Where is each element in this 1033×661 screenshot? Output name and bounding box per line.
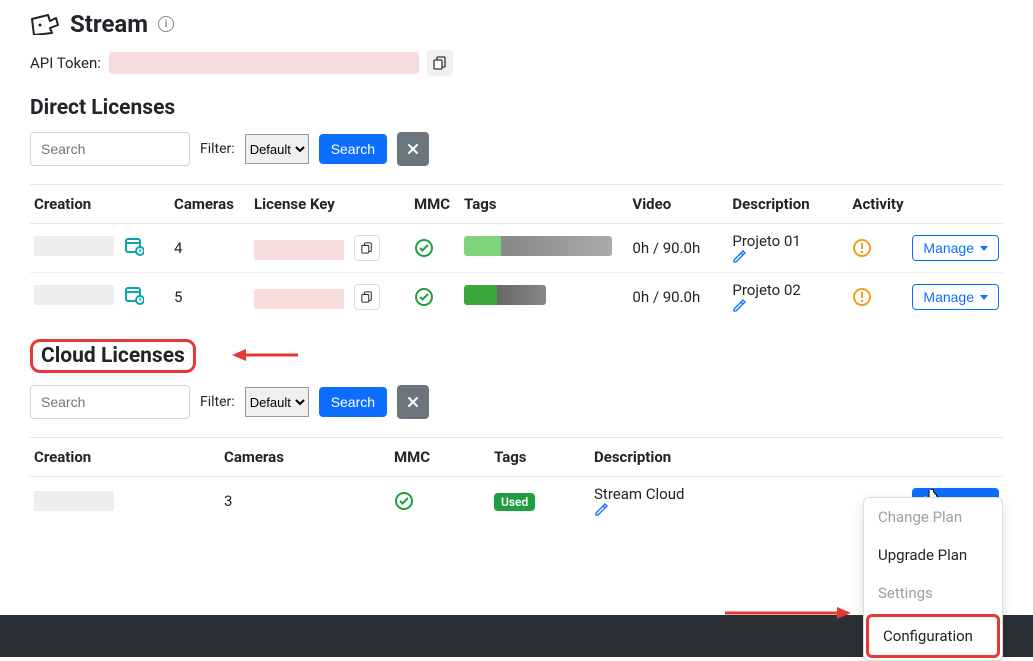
info-icon[interactable]: i xyxy=(158,16,174,32)
dropdown-upgrade-plan[interactable]: Upgrade Plan xyxy=(864,536,1002,574)
page-title: Stream xyxy=(70,10,148,38)
table-row: 3 Used Stream Cloud Manage xyxy=(30,477,1003,526)
col-description: Description xyxy=(728,185,848,224)
license-key-redacted xyxy=(254,240,344,260)
col-cameras: Cameras xyxy=(170,185,250,224)
col-tags: Tags xyxy=(460,185,628,224)
camera-icon xyxy=(30,13,60,35)
manage-button[interactable]: Manage xyxy=(912,284,999,310)
tags-bar xyxy=(464,236,612,256)
col-license: License Key xyxy=(250,185,410,224)
col-creation: Creation xyxy=(30,438,220,477)
activity-warning-icon xyxy=(848,224,908,273)
col-tags: Tags xyxy=(490,438,590,477)
cameras-value: 3 xyxy=(220,477,390,526)
cloud-filter-select[interactable]: Default xyxy=(245,387,309,417)
activity-warning-icon xyxy=(848,273,908,322)
cloud-filter-label: Filter: xyxy=(200,394,235,410)
chevron-down-icon xyxy=(980,246,988,251)
table-row: 4 0h / 90.0h Projeto 01 xyxy=(30,224,1003,273)
video-value: 0h / 90.0h xyxy=(628,273,728,322)
cameras-value: 5 xyxy=(170,273,250,322)
cloud-licenses-table: Creation Cameras MMC Tags Description 3 … xyxy=(30,437,1003,525)
copy-license-button[interactable] xyxy=(354,235,380,261)
cloud-licenses-highlight: Cloud Licenses xyxy=(30,339,196,373)
direct-search-button[interactable]: Search xyxy=(319,134,387,164)
chevron-down-icon xyxy=(980,295,988,300)
description-value: Projeto 01 xyxy=(732,232,800,250)
table-row: 5 0h / 90.0h Projeto 02 xyxy=(30,273,1003,322)
used-badge: Used xyxy=(494,493,535,511)
direct-licenses-heading: Direct Licenses xyxy=(30,96,1003,120)
cloud-search-input[interactable] xyxy=(30,385,190,419)
api-token-label: API Token: xyxy=(30,54,101,72)
manage-button[interactable]: Manage xyxy=(912,235,999,261)
copy-license-button[interactable] xyxy=(354,284,380,310)
creation-date-redacted xyxy=(34,491,114,511)
copy-api-token-button[interactable] xyxy=(427,50,453,76)
dropdown-settings[interactable]: Settings xyxy=(864,574,1002,612)
direct-filter-select[interactable]: Default xyxy=(245,134,309,164)
col-description: Description xyxy=(590,438,863,477)
license-key-redacted xyxy=(254,289,344,309)
cloud-clear-button[interactable] xyxy=(397,385,429,419)
api-token-value xyxy=(109,52,419,74)
annotation-arrow-icon xyxy=(230,345,300,365)
direct-clear-button[interactable] xyxy=(397,132,429,166)
cloud-search-button[interactable]: Search xyxy=(319,387,387,417)
edit-description-icon[interactable] xyxy=(732,250,844,264)
direct-licenses-table: Creation Cameras License Key MMC Tags Vi… xyxy=(30,184,1003,321)
col-creation: Creation xyxy=(30,185,170,224)
calendar-icon[interactable] xyxy=(124,285,144,305)
creation-date-redacted xyxy=(34,236,114,256)
col-mmc: MMC xyxy=(410,185,460,224)
col-mmc: MMC xyxy=(390,438,490,477)
dropdown-change-plan[interactable]: Change Plan xyxy=(864,498,1002,536)
mmc-ok-icon xyxy=(410,224,460,273)
tags-bar xyxy=(464,285,546,305)
col-video: Video xyxy=(628,185,728,224)
edit-description-icon[interactable] xyxy=(732,299,844,313)
calendar-icon[interactable] xyxy=(124,236,144,256)
mmc-ok-icon xyxy=(390,477,490,526)
mmc-ok-icon xyxy=(410,273,460,322)
creation-date-redacted xyxy=(34,285,114,305)
col-activity: Activity xyxy=(848,185,908,224)
video-value: 0h / 90.0h xyxy=(628,224,728,273)
edit-description-icon[interactable] xyxy=(594,503,859,517)
dropdown-configuration[interactable]: Configuration xyxy=(866,614,1000,658)
direct-filter-label: Filter: xyxy=(200,141,235,157)
direct-search-input[interactable] xyxy=(30,132,190,166)
annotation-arrow-icon xyxy=(723,605,853,621)
description-value: Projeto 02 xyxy=(732,281,800,299)
cameras-value: 4 xyxy=(170,224,250,273)
manage-dropdown: Change Plan Upgrade Plan Settings Config… xyxy=(863,497,1003,661)
col-cameras: Cameras xyxy=(220,438,390,477)
cloud-licenses-heading: Cloud Licenses xyxy=(41,344,185,368)
description-value: Stream Cloud xyxy=(594,485,684,503)
